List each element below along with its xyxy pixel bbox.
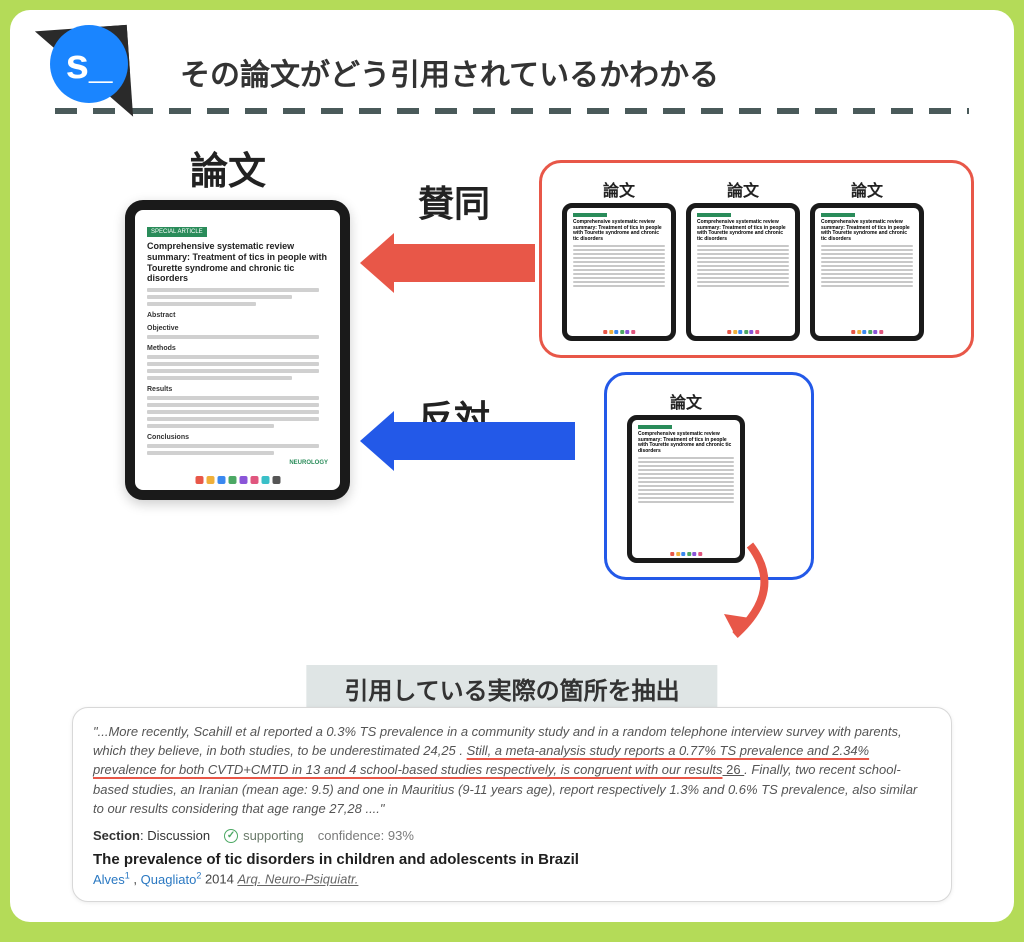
- extract-header: 引用している実際の箇所を抽出: [306, 665, 717, 712]
- quote-ref-num: 26: [722, 762, 744, 777]
- mini-label: 論文: [603, 177, 635, 201]
- mini-label: 論文: [727, 177, 759, 201]
- divider-dashes: [55, 108, 969, 114]
- supporting-badge: ✓ supporting: [224, 828, 304, 843]
- mini-tablet: Comprehensive systematic review summary:…: [562, 203, 676, 341]
- section-methods: Methods: [147, 345, 328, 352]
- citing-paper-title: The prevalence of tic disorders in child…: [93, 851, 931, 868]
- mini-label: 論文: [670, 389, 702, 413]
- journal-logo: NEUROLOGY: [289, 460, 328, 466]
- label-agree: 賛同: [418, 175, 490, 227]
- page-title: その論文がどう引用されているかわかる: [180, 50, 719, 94]
- mini-tablet: Comprehensive systematic review summary:…: [810, 203, 924, 341]
- article-type-badge: SPECIAL ARTICLE: [147, 227, 207, 237]
- citing-agree-item: 論文 Comprehensive systematic review summa…: [562, 177, 676, 341]
- mini-tablet: Comprehensive systematic review summary:…: [686, 203, 800, 341]
- citing-disagree-item: 論文 Comprehensive systematic review summa…: [627, 389, 745, 563]
- citation-snippet-card: "...More recently, Scahill et al reporte…: [72, 707, 952, 902]
- section-conclusions: Conclusions: [147, 434, 328, 441]
- citing-agree-item: 論文 Comprehensive systematic review summa…: [686, 177, 800, 341]
- citing-paper-authors: Alves1 , Quagliato2 2014 Arq. Neuro-Psiq…: [93, 870, 931, 886]
- citation-meta: Section: Discussion ✓ supporting confide…: [93, 828, 931, 843]
- journal-name: Arq. Neuro-Psiquiatr.: [238, 872, 359, 887]
- curved-arrow-icon: [680, 540, 800, 650]
- tablet-dock: [195, 476, 280, 484]
- author-link[interactable]: Alves1: [93, 872, 130, 887]
- main-card: s_ その論文がどう引用されているかわかる 論文 賛同 反対 SPECIAL A…: [10, 10, 1014, 922]
- arrow-disagree: [360, 415, 575, 467]
- section-objective: Objective: [147, 325, 328, 332]
- section-abstract: Abstract: [147, 312, 328, 319]
- section-info: Section: Discussion: [93, 828, 210, 843]
- section-results: Results: [147, 386, 328, 393]
- app-badge: s_: [50, 25, 128, 103]
- confidence-info: confidence: 93%: [318, 828, 414, 843]
- paper-title: Comprehensive systematic review summary:…: [147, 241, 328, 284]
- author-link[interactable]: Quagliato2: [141, 872, 202, 887]
- citation-quote: "...More recently, Scahill et al reporte…: [93, 722, 931, 818]
- arrow-agree: [360, 237, 535, 289]
- check-circle-icon: ✓: [224, 829, 238, 843]
- citing-agree-box: 論文 Comprehensive systematic review summa…: [539, 160, 974, 358]
- main-paper-tablet: SPECIAL ARTICLE Comprehensive systematic…: [125, 200, 350, 500]
- label-paper: 論文: [190, 140, 266, 195]
- citing-agree-item: 論文 Comprehensive systematic review summa…: [810, 177, 924, 341]
- mini-label: 論文: [851, 177, 883, 201]
- pub-year: 2014: [205, 872, 234, 887]
